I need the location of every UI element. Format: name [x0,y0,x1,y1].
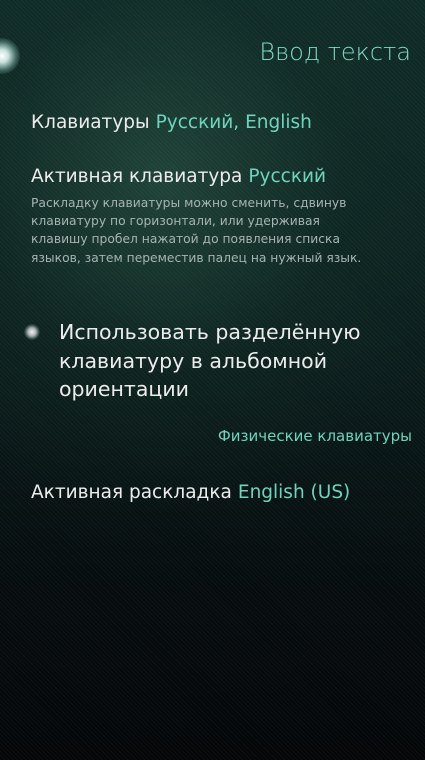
hint-line: клавишу пробел нажатой до появления спис… [31,232,340,247]
split-keyboard-label: Использовать разделённую клавиатуру в ал… [59,318,361,404]
active-layout-value: English (US) [237,482,351,503]
keyboards-label: Клавиатуры [31,112,150,133]
split-keyboard-label-line: клавиатуру в альбомной [59,348,328,373]
active-keyboard-setting[interactable]: Активная клавиатура Русский [31,166,326,187]
hint-line: языков, затем переместив палец на нужный… [31,250,362,265]
active-keyboard-label: Активная клавиатура [31,166,243,187]
split-keyboard-switch[interactable]: Использовать разделённую клавиатуру в ал… [20,318,420,414]
active-layout-label: Активная раскладка [31,482,232,503]
active-keyboard-value: Русский [248,166,327,187]
page-title: Ввод текста [259,38,411,66]
physical-keyboards-section-header: Физические клавиатуры [217,427,412,445]
hint-line: Раскладку клавиатуры можно сменить, сдви… [31,196,347,210]
page-indicator-glow [0,38,20,74]
split-keyboard-label-line: ориентации [59,377,189,401]
split-keyboard-label-line: Использовать разделённую [59,320,361,344]
keyboards-setting[interactable]: Клавиатуры Русский, English [31,112,312,133]
text-input-settings-page: Ввод текста Клавиатуры Русский, English А… [0,0,425,760]
active-layout-setting[interactable]: Активная раскладка English (US) [31,482,350,503]
active-keyboard-hint: Раскладку клавиатуры можно сменить, сдви… [31,194,416,267]
hint-line: клавиатуру по горизонтали, или удерживая [31,214,320,229]
switch-indicator-icon[interactable] [24,324,40,340]
keyboards-value: Русский, English [155,112,312,133]
